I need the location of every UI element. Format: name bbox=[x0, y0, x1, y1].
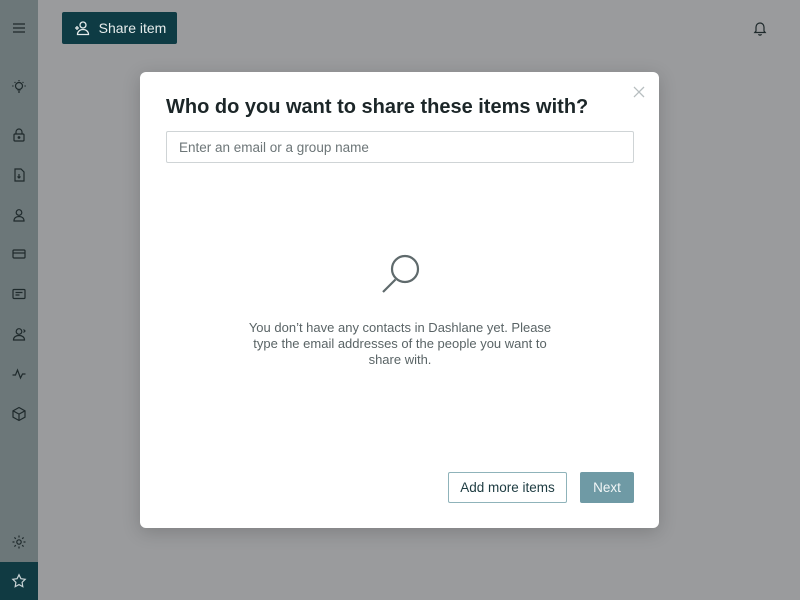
id-card-icon[interactable] bbox=[0, 274, 38, 314]
close-icon[interactable] bbox=[631, 84, 647, 100]
lock-icon[interactable] bbox=[0, 115, 38, 155]
star-icon[interactable] bbox=[0, 562, 38, 600]
activity-icon[interactable] bbox=[0, 354, 38, 394]
secure-note-icon[interactable] bbox=[0, 155, 38, 195]
gear-icon[interactable] bbox=[0, 522, 38, 562]
share-item-button[interactable]: Share item bbox=[62, 12, 177, 44]
person-icon[interactable] bbox=[0, 195, 38, 235]
sidebar bbox=[0, 0, 38, 600]
menu-icon[interactable] bbox=[0, 8, 38, 48]
bell-icon[interactable] bbox=[750, 18, 770, 38]
dialog-title: Who do you want to share these items wit… bbox=[166, 96, 589, 118]
lightbulb-icon[interactable] bbox=[0, 67, 38, 107]
magnifier-icon bbox=[382, 254, 420, 293]
recipient-search-input[interactable] bbox=[166, 131, 634, 163]
credit-card-icon[interactable] bbox=[0, 234, 38, 274]
cube-icon[interactable] bbox=[0, 394, 38, 434]
next-button[interactable]: Next bbox=[580, 472, 634, 503]
share-person-icon bbox=[74, 21, 89, 36]
empty-contacts-message: You don’t have any contacts in Dashlane … bbox=[248, 320, 552, 367]
add-more-items-button[interactable]: Add more items bbox=[448, 472, 567, 503]
share-dialog: Who do you want to share these items wit… bbox=[140, 72, 659, 528]
share-item-label: Share item bbox=[98, 20, 167, 36]
sharing-icon[interactable] bbox=[0, 314, 38, 354]
